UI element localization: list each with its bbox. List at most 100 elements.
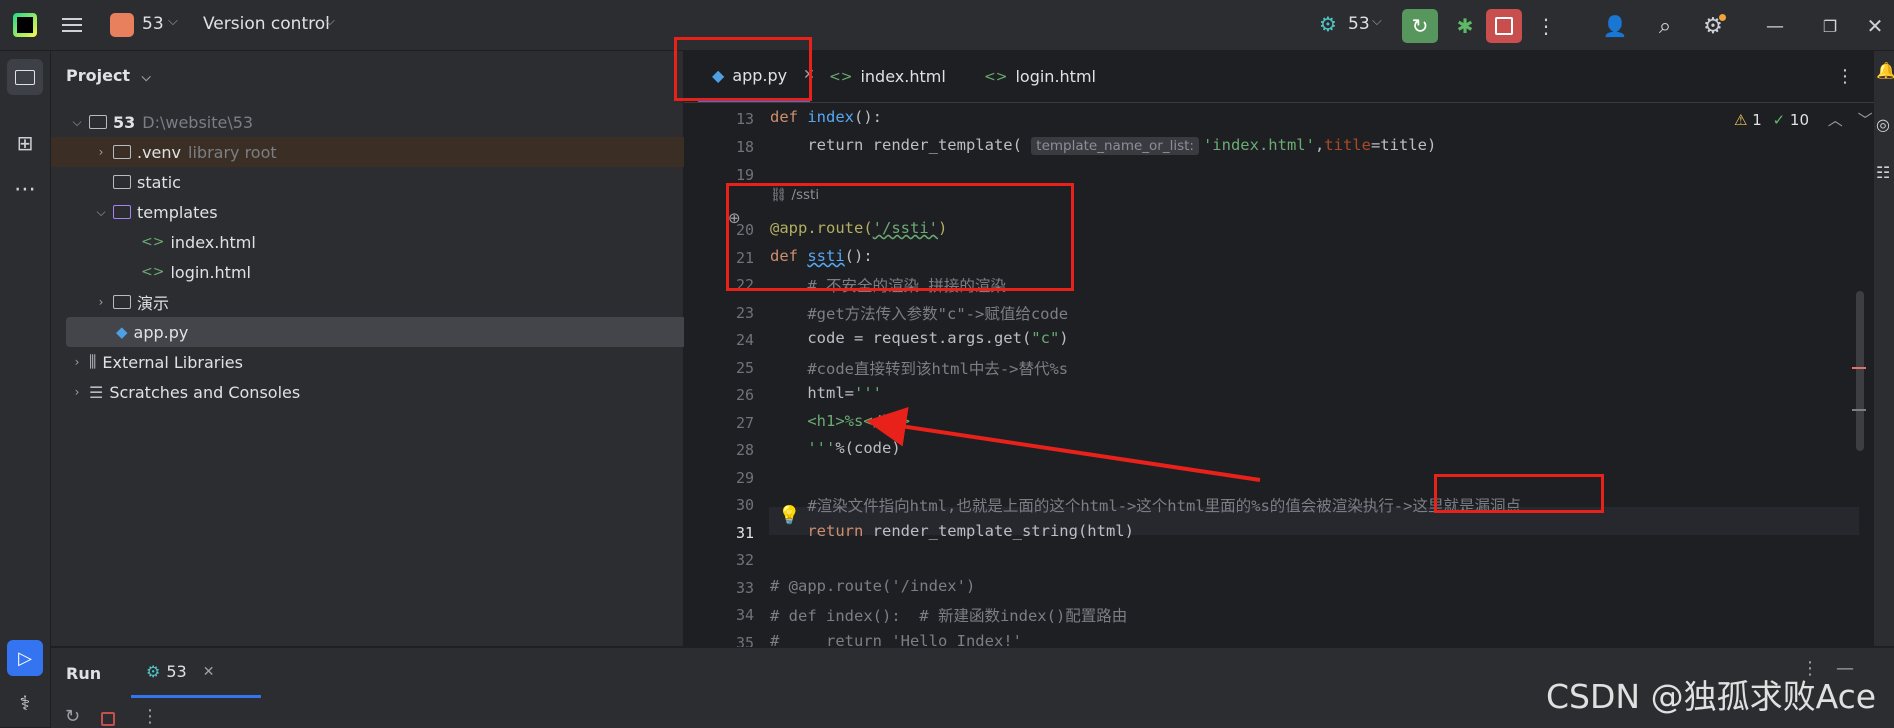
line-number: 29 (735, 469, 754, 487)
pycharm-logo-icon[interactable] (13, 13, 37, 37)
chevron-right-icon: › (98, 145, 104, 159)
tree-row-app-py[interactable]: ◆ app.py (66, 317, 718, 347)
editor-area[interactable]: 13 18 19 20 21 22 23 24 25 26 27 28 29 3… (684, 51, 1874, 652)
code-line-23: #get方法传入参数"c"->赋值给code (770, 305, 1069, 323)
chevron-up-icon[interactable]: ︿ (1828, 111, 1843, 129)
chevron-down-icon: ⌵ (168, 14, 178, 29)
python-console-icon[interactable]: ⚕ (7, 685, 43, 721)
debug-bug-icon[interactable]: ✱ (1448, 9, 1482, 43)
run-tab-53[interactable]: ⚙ 53 ✕ (131, 648, 261, 698)
minimize-icon[interactable]: — (1760, 9, 1790, 43)
ai-assistant-icon[interactable]: ◎ (1876, 115, 1890, 134)
more-icon[interactable]: ⋮ (141, 706, 159, 727)
line-number: 23 (735, 304, 754, 322)
more-tools-icon[interactable]: ⋯ (7, 171, 43, 207)
project-panel-title[interactable]: Project ⌵ (66, 66, 151, 85)
tree-row-root[interactable]: ⌵ 53 D:\website\53 (51, 107, 701, 137)
close-icon[interactable]: ✕ (1860, 9, 1890, 43)
python-run-icon: ⚙ (146, 662, 161, 681)
error-stripe-marker (1852, 367, 1866, 369)
line-number: 24 (735, 331, 754, 349)
line-number: 33 (735, 579, 754, 597)
chevron-down-icon[interactable]: ⌵ (1372, 14, 1382, 29)
folder-icon (113, 145, 131, 159)
code-line-33: # @app.route('/index') (770, 577, 976, 595)
project-panel: Project ⌵ ⌵ 53 D:\website\53 › .venv lib… (51, 51, 725, 646)
tree-row-venv[interactable]: › .venv library root (51, 137, 725, 167)
chevron-down-icon: ⌵ (96, 204, 106, 219)
line-number: 28 (735, 441, 754, 459)
tab-index-html[interactable]: <> index.html (829, 51, 946, 102)
warning-icon: ⚠ (1734, 111, 1748, 129)
run-tool-icon[interactable]: ▷ (7, 640, 43, 676)
rerun-button[interactable]: ↻ (1402, 9, 1438, 43)
line-number: 31 (735, 524, 754, 542)
chevron-down-icon: ⌵ (72, 114, 82, 129)
line-number: 26 (735, 386, 754, 404)
main-menu-icon[interactable] (62, 16, 82, 34)
project-folder-icon[interactable] (7, 59, 43, 95)
tree-row-scratches[interactable]: › ☰ Scratches and Consoles (51, 377, 701, 407)
html-file-icon: <> (141, 234, 165, 250)
tree-row-external-libraries[interactable]: › ⫼ External Libraries (51, 347, 701, 377)
rerun-icon[interactable]: ↻ (65, 706, 80, 727)
line-number: 19 (735, 166, 754, 184)
tree-row-index-html[interactable]: <> index.html (51, 227, 773, 257)
line-number: 32 (735, 551, 754, 569)
tree-row-templates[interactable]: ⌵ templates (51, 197, 725, 227)
add-user-icon[interactable]: 👤 (1600, 9, 1630, 43)
run-config-name[interactable]: 53 (1348, 14, 1370, 34)
version-control-menu[interactable]: Version control (203, 14, 330, 34)
folder-icon (113, 295, 131, 309)
right-tool-strip: 🔔 ◎ ☷ (1874, 51, 1894, 646)
chevron-down-icon: ⌵ (141, 70, 151, 84)
code-line-13: def index(): (770, 108, 882, 126)
search-icon[interactable]: ⌕ (1650, 9, 1680, 43)
chevron-right-icon: › (74, 385, 80, 399)
project-color-badge[interactable] (110, 13, 134, 37)
chevron-right-icon: › (74, 355, 80, 369)
code-line-34: # def index(): # 新建函数index()配置路由 (770, 607, 1128, 625)
chevron-down-icon[interactable]: ﹀ (1858, 111, 1873, 129)
notification-dot (1719, 14, 1726, 21)
tree-row-static[interactable]: static (51, 167, 745, 197)
tree-row-login-html[interactable]: <> login.html (51, 257, 773, 287)
html-file-icon: <> (141, 264, 165, 280)
python-file-icon: ◆ (116, 323, 128, 341)
project-name[interactable]: 53 (142, 14, 164, 34)
tab-login-html[interactable]: <> login.html (984, 51, 1096, 102)
code-line-30: #渲染文件指向html,也就是上面的这个html->这个html里面的%s的值会… (770, 497, 1521, 515)
title-bar: 53 ⌵ Version control ⌵ ⚙ 53 ⌵ ↻ ✱ ⋮ 👤 ⌕ … (0, 0, 1894, 51)
html-file-icon: <> (984, 68, 1008, 85)
watermark: CSDN @独孤求败Ace (1546, 677, 1877, 716)
code-line-24: code = request.args.get("c") (770, 329, 1069, 347)
more-actions-icon[interactable]: ⋮ (1536, 9, 1556, 43)
close-tab-icon[interactable]: ✕ (203, 664, 215, 680)
database-icon[interactable]: ☷ (1876, 163, 1890, 182)
annotation-box-tab (674, 37, 812, 101)
chevron-down-icon: ⌵ (325, 14, 335, 29)
check-icon: ✓ (1772, 111, 1786, 129)
folder-icon (113, 175, 131, 189)
editor-scrollbar[interactable] (1856, 291, 1864, 451)
structure-icon[interactable]: ⊞ (7, 125, 43, 161)
tree-row-demo[interactable]: › 演示 (51, 287, 725, 317)
tab-actions-icon[interactable]: ⋮ (1836, 51, 1854, 102)
line-number: 13 (735, 110, 754, 128)
folder-icon (89, 115, 107, 129)
tool-window-strip: ⊞ ⋯ ▷ ⚕ (0, 51, 51, 727)
code-line-25: #code直接转到该html中去->替代%s (770, 360, 1069, 378)
restore-icon[interactable]: ❐ (1815, 9, 1845, 43)
inspections-widget[interactable]: ⚠ 1 ✓ 10 ︿ ﹀ (1734, 109, 1873, 130)
annotation-box-route (726, 183, 1074, 291)
stop-button[interactable] (1486, 9, 1522, 43)
error-stripe-marker (1852, 409, 1866, 411)
python-run-config-icon: ⚙ (1319, 12, 1337, 36)
editor-tabs: ◆ app.py ✕ <> index.html <> login.html ⋮ (684, 51, 1874, 103)
library-icon: ⫼ (89, 352, 97, 371)
line-number: 18 (735, 138, 754, 156)
code-line-18: return render_template( template_name_or… (770, 136, 1437, 155)
stop-icon[interactable] (101, 712, 115, 726)
html-file-icon: <> (829, 68, 853, 85)
notifications-icon[interactable]: 🔔 (1876, 61, 1894, 80)
